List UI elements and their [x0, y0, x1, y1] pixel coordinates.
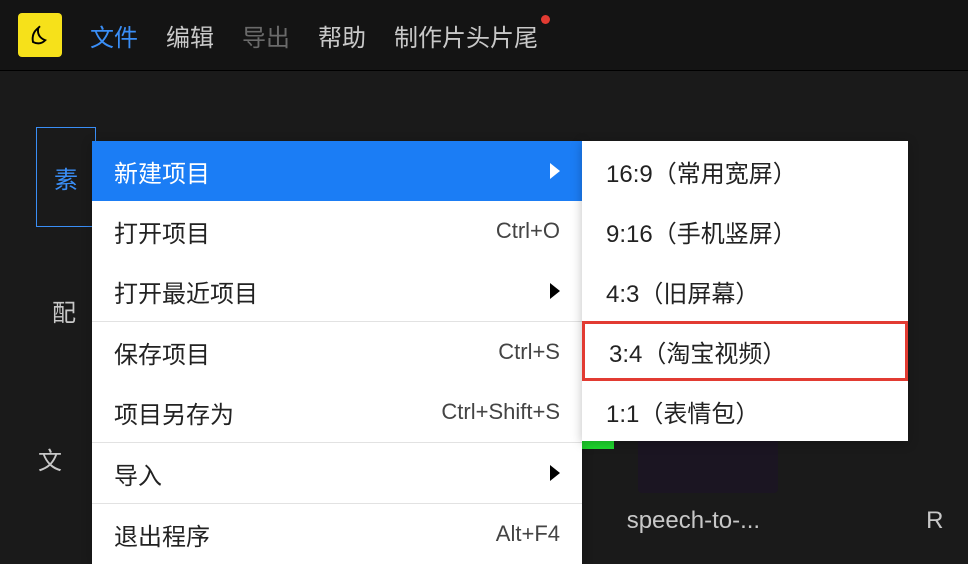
- aspect-4-3[interactable]: 4:3（旧屏幕）: [582, 261, 908, 321]
- dd-save-project-label: 保存项目: [114, 335, 210, 370]
- dd-exit-label: 退出程序: [114, 517, 210, 552]
- dd-exit[interactable]: 退出程序 Alt+F4: [92, 504, 582, 564]
- aspect-3-4[interactable]: 3:4（淘宝视频）: [582, 321, 908, 381]
- dd-save-as[interactable]: 项目另存为 Ctrl+Shift+S: [92, 382, 582, 442]
- dd-open-project-label: 打开项目: [114, 214, 210, 249]
- menu-help[interactable]: 帮助: [318, 18, 366, 53]
- content-area: 素 配 文 p4 speech-to-... R 新建项目 打开项目 Ctrl+…: [0, 70, 968, 528]
- dd-open-recent[interactable]: 打开最近项目: [92, 261, 582, 321]
- aspect-9-16[interactable]: 9:16（手机竖屏）: [582, 201, 908, 261]
- dd-new-project[interactable]: 新建项目: [92, 141, 582, 201]
- dd-open-project[interactable]: 打开项目 Ctrl+O: [92, 201, 582, 261]
- dd-open-project-shortcut: Ctrl+O: [496, 218, 560, 244]
- sidebar-tab-material[interactable]: 素: [36, 127, 96, 227]
- menubar: 文件 编辑 导出 帮助 制作片头片尾: [0, 0, 968, 70]
- menu-titles[interactable]: 制作片头片尾: [394, 18, 538, 53]
- menu-export[interactable]: 导出: [242, 18, 290, 53]
- dd-save-as-label: 项目另存为: [114, 395, 234, 430]
- menu-edit[interactable]: 编辑: [166, 18, 214, 53]
- dd-new-project-label: 新建项目: [114, 154, 210, 189]
- menu-file[interactable]: 文件: [90, 18, 138, 53]
- sidebar-tab-text[interactable]: 文: [38, 441, 62, 476]
- dd-import[interactable]: 导入: [92, 443, 582, 503]
- notification-dot-icon: [541, 15, 550, 24]
- dd-exit-shortcut: Alt+F4: [496, 521, 560, 547]
- banana-icon: [26, 21, 54, 49]
- dd-open-recent-label: 打开最近项目: [114, 274, 258, 309]
- app-logo-icon[interactable]: [18, 13, 62, 57]
- aspect-16-9[interactable]: 16:9（常用宽屏）: [582, 141, 908, 201]
- file-dropdown-menu: 新建项目 打开项目 Ctrl+O 打开最近项目 保存项目 Ctrl+S 项目另存…: [92, 141, 582, 564]
- thumb-label-3: R: [926, 507, 943, 535]
- aspect-1-1[interactable]: 1:1（表情包）: [582, 381, 908, 441]
- dd-save-project-shortcut: Ctrl+S: [498, 339, 560, 365]
- menu-titles-label: 制作片头片尾: [394, 25, 538, 52]
- submenu-arrow-icon: [550, 283, 560, 299]
- dd-save-project[interactable]: 保存项目 Ctrl+S: [92, 322, 582, 382]
- dd-save-as-shortcut: Ctrl+Shift+S: [441, 399, 560, 425]
- submenu-arrow-icon: [550, 163, 560, 179]
- aspect-ratio-submenu: 16:9（常用宽屏） 9:16（手机竖屏） 4:3（旧屏幕） 3:4（淘宝视频）…: [582, 141, 908, 441]
- dd-import-label: 导入: [114, 456, 162, 491]
- thumbnail-labels: p4 speech-to-... R: [530, 507, 943, 535]
- thumb-label-2: speech-to-...: [627, 507, 760, 535]
- submenu-arrow-icon: [550, 465, 560, 481]
- sidebar-tab-audio[interactable]: 配: [52, 293, 76, 328]
